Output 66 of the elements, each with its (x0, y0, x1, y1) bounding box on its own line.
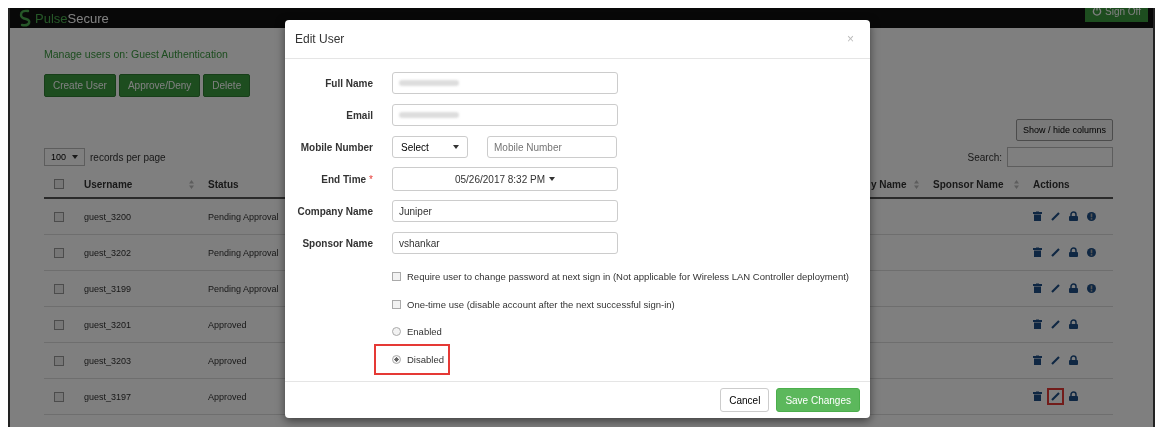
status-cell-text: Approved (208, 391, 248, 402)
column-header[interactable]: y Name (871, 178, 907, 190)
checkbox[interactable] (392, 299, 401, 309)
pencil-icon[interactable] (1047, 388, 1064, 405)
username-cell-text: guest_3200 (84, 211, 133, 222)
search-field[interactable] (1007, 147, 1113, 167)
field-label: Email (346, 109, 373, 121)
field-label: Sponsor Name (302, 237, 373, 249)
caret-icon (72, 155, 79, 159)
required-mark: * (369, 173, 373, 185)
action-button[interactable]: Delete (203, 74, 251, 97)
caret-icon (453, 145, 459, 149)
cancel-button[interactable]: Cancel (720, 388, 770, 412)
status-cell-text: Approved (208, 355, 248, 366)
row-checkbox[interactable] (54, 211, 64, 222)
status-cell-text: Pending Approval (208, 211, 280, 222)
username-cell-text: guest_3199 (84, 283, 133, 294)
username-cell-text: guest_3197 (84, 391, 133, 402)
checkbox[interactable] (392, 272, 401, 282)
status-cell-text: Approved (208, 319, 248, 330)
radio-button[interactable] (392, 327, 401, 337)
brand-name: PulseSecure (35, 10, 109, 26)
option-label: One-time use (disable account after the next successful sign-in) (407, 298, 675, 310)
end-time-picker[interactable]: 05/26/2017 8:32 PM (392, 167, 618, 191)
option-label: Enabled (407, 326, 442, 338)
action-button[interactable]: Approve/Deny (118, 74, 201, 97)
option-label: Require user to change password at next sign in (Not applicable for Wireless LAN Controller deployment) (407, 271, 849, 283)
text-field[interactable] (392, 104, 618, 126)
action-button[interactable]: Create User (44, 74, 116, 97)
column-header[interactable]: Actions (1033, 178, 1070, 190)
caret-icon (549, 177, 556, 181)
text-field[interactable]: Juniper (392, 200, 618, 222)
row-checkbox[interactable] (54, 247, 64, 258)
country-code-select[interactable]: Select (392, 136, 468, 158)
text-field[interactable]: vshankar (392, 232, 618, 254)
select-all-checkbox[interactable] (54, 179, 64, 189)
option-label: Disabled (407, 353, 444, 365)
username-cell-text: guest_3203 (84, 355, 133, 366)
power-icon (1092, 8, 1103, 16)
username-cell-text: guest_3202 (84, 247, 133, 258)
username-cell-text: guest_3201 (84, 319, 133, 330)
save-changes-button[interactable]: Save Changes (776, 388, 860, 412)
row-checkbox[interactable] (54, 319, 64, 330)
records-per-page-label: records per page (90, 151, 166, 163)
logo-icon (18, 9, 32, 27)
show-hide-columns-button[interactable]: Show / hide columns (1015, 119, 1113, 141)
column-header[interactable]: Username (84, 178, 133, 190)
field-label: Mobile Number (300, 141, 373, 153)
row-checkbox[interactable] (54, 355, 64, 366)
column-header[interactable]: Status (208, 178, 239, 190)
status-cell-text: Pending Approval (208, 247, 280, 258)
dialog-title: Edit User (295, 32, 345, 46)
mobile-number-field[interactable]: Mobile Number (487, 136, 617, 158)
page-title: Manage users on: Guest Authentication (44, 48, 229, 60)
field-label: Company Name (297, 205, 373, 217)
sign-off-button[interactable]: Sign Off (1085, 8, 1148, 22)
row-checkbox[interactable] (54, 391, 64, 402)
column-header[interactable]: Sponsor Name (933, 178, 1004, 190)
field-label: Full Name (325, 77, 373, 89)
status-cell-text: Pending Approval (208, 283, 280, 294)
row-checkbox[interactable] (54, 283, 64, 294)
page-size-select[interactable]: 100 (44, 148, 86, 166)
field-label: End Time (321, 173, 367, 185)
radio-button[interactable] (392, 354, 401, 364)
text-field[interactable] (392, 72, 618, 94)
search-label: Search: (967, 151, 1002, 163)
